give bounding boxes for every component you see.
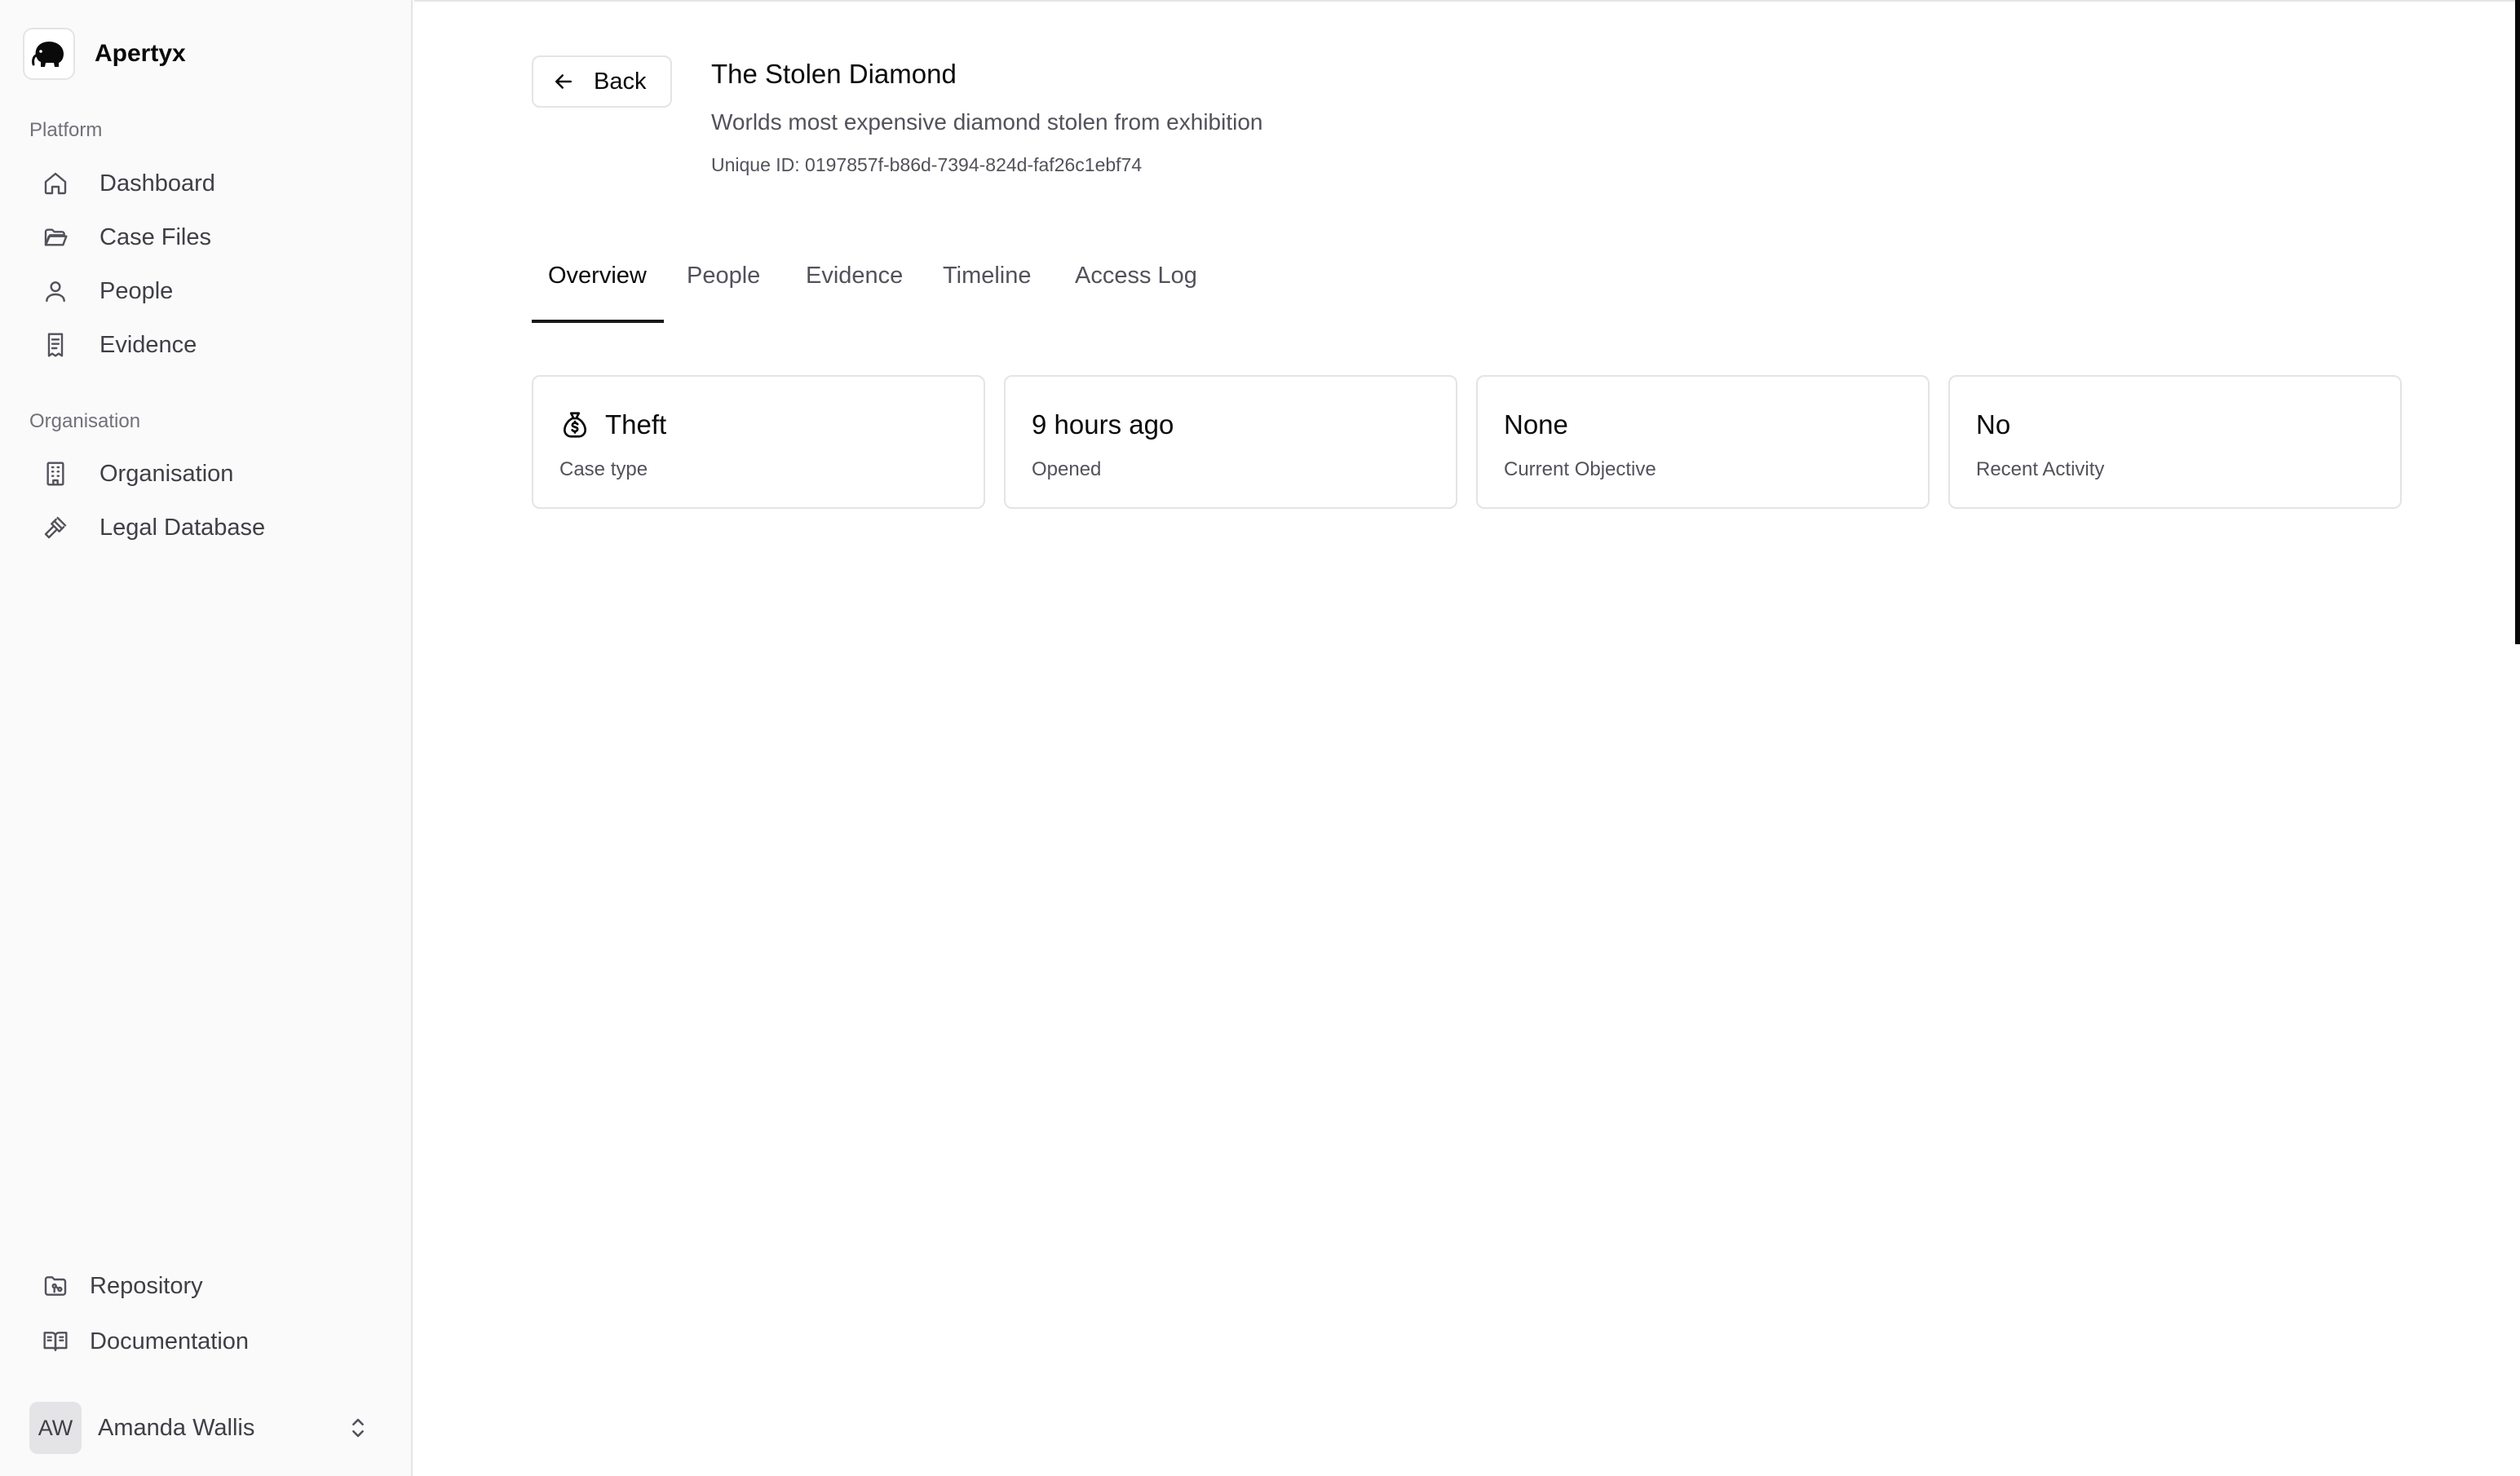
card-label: Case type [559,458,648,480]
sidebar-item-organisation[interactable]: Organisation [29,450,383,497]
book-icon [41,1327,70,1356]
sidebar-item-case-files[interactable]: Case Files [29,214,383,261]
sidebar-item-label: Legal Database [99,514,266,541]
card-value-row: Theft [559,409,666,440]
arrow-left-icon [551,69,576,94]
organisation-group-label: Organisation [29,410,141,432]
card-label: Current Objective [1504,458,1656,480]
sidebar-item-label: Repository [90,1272,203,1299]
case-description: Worlds most expensive diamond stolen fro… [711,109,1263,135]
receipt-icon [41,330,70,360]
sidebar-item-label: Case Files [99,223,211,250]
chevrons-up-down-icon [344,1413,372,1443]
tab-evidence[interactable]: Evidence [806,254,903,323]
gavel-icon [41,513,70,542]
platform-group-label: Platform [29,119,103,141]
page-title: The Stolen Diamond [711,59,957,89]
tab-access-log[interactable]: Access Log [1075,254,1197,323]
sidebar-item-documentation[interactable]: Documentation [29,1318,383,1365]
card-value: Theft [605,409,667,440]
sidebar-item-label: Documentation [90,1328,250,1354]
back-button-label: Back [594,68,647,95]
sidebar-item-label: Organisation [99,460,234,487]
stat-card-recent-activity: No Recent Activity [1948,375,2402,509]
sidebar-item-people[interactable]: People [29,267,383,315]
card-label: Opened [1032,458,1102,480]
top-divider [414,0,2520,2]
tab-timeline[interactable]: Timeline [943,254,1032,323]
app-root: Apertyx Platform Dashboard Case Files Pe… [0,0,2520,1476]
main-content: Back The Stolen Diamond Worlds most expe… [414,0,2520,1476]
card-value: 9 hours ago [1032,409,1174,440]
card-label: Recent Activity [1976,458,2105,480]
active-tab-indicator [532,320,664,323]
sidebar-item-legal-database[interactable]: Legal Database [29,504,383,551]
stat-card-current-objective: None Current Objective [1476,375,1930,509]
avatar: AW [29,1402,82,1454]
sidebar-item-dashboard[interactable]: Dashboard [29,160,383,207]
tab-overview[interactable]: Overview [548,254,647,323]
folder-open-icon [41,223,70,252]
card-value: None [1504,409,1568,440]
user-menu[interactable]: AW Amanda Wallis [29,1401,372,1455]
building-icon [41,459,70,488]
money-bag-icon [559,409,590,440]
brand[interactable]: Apertyx [23,28,186,80]
folder-git-icon [41,1271,70,1301]
sidebar-item-label: Evidence [99,331,197,358]
case-unique-id: Unique ID: 0197857f-b86d-7394-824d-faf26… [711,154,1143,175]
stat-card-opened: 9 hours ago Opened [1004,375,1457,509]
sidebar-item-label: Dashboard [99,170,215,197]
user-name: Amanda Wallis [98,1414,255,1441]
sidebar: Apertyx Platform Dashboard Case Files Pe… [0,0,413,1476]
back-button[interactable]: Back [532,55,672,108]
elephant-logo-icon [23,28,75,80]
tab-people[interactable]: People [687,254,760,323]
stat-card-case-type: Theft Case type [532,375,985,509]
card-value: No [1976,409,2011,440]
app-name: Apertyx [95,40,186,67]
tab-bar: Overview People Evidence Timeline Access… [532,254,1266,323]
home-icon [41,169,70,198]
sidebar-item-evidence[interactable]: Evidence [29,321,383,369]
sidebar-item-repository[interactable]: Repository [29,1262,383,1310]
sidebar-item-label: People [99,277,174,304]
user-icon [41,276,70,306]
window-scrollbar[interactable] [2515,0,2520,644]
